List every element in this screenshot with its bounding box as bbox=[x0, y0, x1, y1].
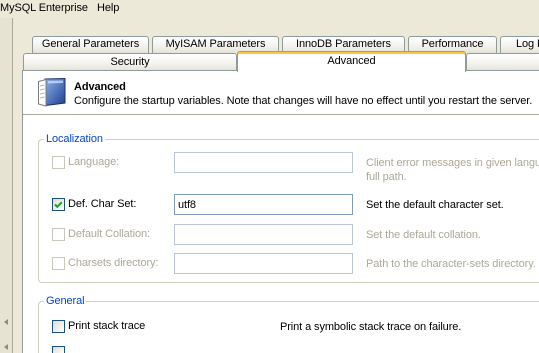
page-title: Advanced bbox=[74, 81, 126, 93]
tab-general-parameters[interactable]: General Parameters bbox=[32, 36, 149, 53]
tab-log-files[interactable]: Log F bbox=[500, 36, 539, 53]
charsets-directory-field bbox=[174, 253, 353, 274]
advanced-tab-panel: Advanced Configure the startup variables… bbox=[22, 70, 539, 353]
option-row-default-collation: Default Collation: Set the default colla… bbox=[39, 224, 539, 245]
charsets-directory-checkbox[interactable] bbox=[52, 257, 65, 270]
def-char-set-field[interactable] bbox=[174, 194, 353, 215]
option-row-language: Language: Client error messages in given… bbox=[39, 152, 539, 183]
language-description-line2: full path. bbox=[366, 171, 407, 183]
def-char-set-label: Def. Char Set: bbox=[68, 198, 137, 210]
default-collation-checkbox[interactable] bbox=[52, 228, 65, 241]
partial-option-checkbox[interactable] bbox=[52, 346, 65, 353]
default-collation-description: Set the default collation. bbox=[366, 229, 481, 241]
menu-help[interactable]: Help bbox=[97, 2, 119, 15]
language-description: Client error messages in given langua bbox=[366, 157, 539, 169]
language-label: Language: bbox=[68, 156, 120, 168]
menu-mysql-enterprise[interactable]: MySQL Enterprise bbox=[0, 2, 88, 15]
arrow-left-icon[interactable] bbox=[4, 319, 8, 325]
tab-security[interactable]: Security bbox=[23, 53, 237, 71]
language-checkbox[interactable] bbox=[52, 156, 65, 169]
general-group: General Print stack trace Print a symbol… bbox=[38, 295, 539, 353]
print-stack-trace-label: Print stack trace bbox=[68, 320, 146, 332]
option-row-partial bbox=[39, 342, 539, 353]
tab-advanced[interactable]: Advanced bbox=[237, 51, 466, 72]
default-collation-field bbox=[174, 224, 353, 245]
print-stack-trace-description: Print a symbolic stack trace on failure. bbox=[280, 321, 462, 333]
arrow-left-icon[interactable] bbox=[4, 344, 8, 350]
general-group-title: General bbox=[44, 295, 87, 308]
default-collation-label: Default Collation: bbox=[68, 228, 150, 240]
option-row-print-stack-trace: Print stack trace Print a symbolic stack… bbox=[39, 316, 539, 337]
def-char-set-checkbox[interactable] bbox=[52, 198, 65, 211]
page-description: Configure the startup variables. Note th… bbox=[74, 95, 533, 107]
charsets-directory-description: Path to the character-sets directory. bbox=[366, 258, 536, 270]
menu-bar: MySQL Enterprise Help bbox=[0, 0, 539, 17]
tab-partial[interactable] bbox=[466, 53, 539, 71]
header-divider bbox=[23, 114, 539, 115]
print-stack-trace-checkbox[interactable] bbox=[52, 320, 65, 333]
checkmark-icon bbox=[54, 201, 63, 209]
def-char-set-description: Set the default character set. bbox=[366, 199, 504, 211]
charsets-directory-label: Charsets directory: bbox=[68, 257, 159, 269]
left-pane-edge bbox=[0, 18, 13, 353]
localization-group-title: Localization bbox=[44, 133, 105, 146]
localization-group: Localization Language: Client error mess… bbox=[38, 133, 539, 283]
language-field bbox=[174, 152, 353, 173]
manual-book-icon bbox=[38, 77, 66, 107]
option-row-charsets-directory: Charsets directory: Path to the characte… bbox=[39, 253, 539, 274]
option-row-def-char-set: Def. Char Set: Set the default character… bbox=[39, 194, 539, 215]
